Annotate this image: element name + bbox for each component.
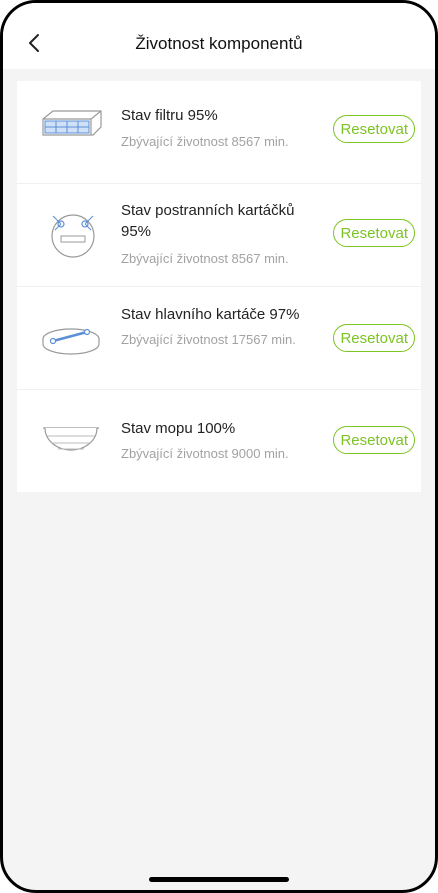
main-brush-status-label: Stav hlavního kartáče 97% <box>121 306 300 323</box>
page-title: Životnost komponentů <box>135 34 303 53</box>
list-item-main-brush: Stav hlavního kartáče 97% Zbývající živo… <box>17 287 421 390</box>
side-brush-icon <box>39 208 103 258</box>
mop-icon <box>39 416 103 466</box>
home-indicator[interactable] <box>149 877 289 882</box>
reset-side-brush-button[interactable]: Resetovat <box>333 219 415 247</box>
side-brush-remaining-life: Zbývající životnost 8567 min. <box>121 251 289 266</box>
mop-remaining-life: Zbývající životnost 9000 min. <box>121 446 289 461</box>
filter-remaining-life: Zbývající životnost 8567 min. <box>121 134 289 149</box>
reset-mop-button[interactable]: Resetovat <box>333 426 415 454</box>
main-brush-icon <box>39 317 103 367</box>
filter-icon <box>39 101 103 151</box>
side-brush-status-label: Stav postranních kartáčků 95% <box>121 202 295 240</box>
list-item-mop: Stav mopu 100% Zbývající životnost 9000 … <box>17 390 421 492</box>
filter-status-label: Stav filtru 95% <box>121 107 218 124</box>
app-frame: Životnost komponentů Stav filtru 95% Zbý… <box>0 0 438 893</box>
list-item-filter: Stav filtru 95% Zbývající životnost 8567… <box>17 81 421 184</box>
list-item-side-brush: Stav postranních kartáčků 95% Zbývající … <box>17 184 421 287</box>
header: Životnost komponentů <box>3 3 435 69</box>
reset-main-brush-button[interactable]: Resetovat <box>333 324 415 352</box>
component-list: Stav filtru 95% Zbývající životnost 8567… <box>17 81 421 492</box>
main-brush-remaining-life: Zbývající životnost 17567 min. <box>121 332 296 347</box>
mop-status-label: Stav mopu 100% <box>121 420 236 437</box>
reset-filter-button[interactable]: Resetovat <box>333 115 415 143</box>
phone-screen: Životnost komponentů Stav filtru 95% Zbý… <box>0 0 438 893</box>
